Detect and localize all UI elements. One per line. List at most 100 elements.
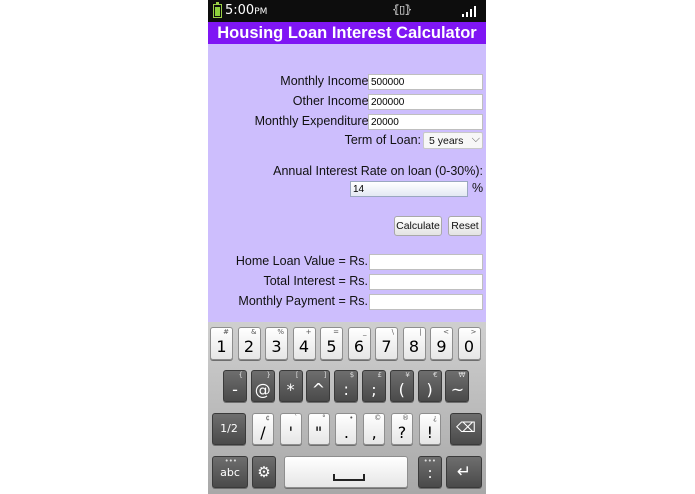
key-main-label: ; <box>371 380 377 399</box>
key-sub-label: # <box>223 328 229 336</box>
key-sub-label: _ <box>363 328 367 336</box>
key-sub-label: + <box>305 328 312 336</box>
term-of-loan-label: Term of Loan: <box>344 133 421 147</box>
key-abc-label: abc <box>220 466 240 479</box>
on-screen-keyboard: #1 & 2% 3 +4 = 5 _ 6 \ 7 | 8 <9 >0 {-} @[*] ^ $: £; ¥(€) ₩ ~ … <box>208 322 486 494</box>
key-main-label: ! <box>426 423 433 442</box>
key-row2-1[interactable]: } @ <box>250 370 275 402</box>
key-sub-label: < <box>443 328 449 336</box>
key-row3-5[interactable]: ®? <box>391 413 413 445</box>
chevron-down-icon: ⌵ <box>471 133 480 145</box>
space-icon <box>333 474 365 481</box>
key-row3-6[interactable]: ¿! <box>418 413 441 445</box>
key-row2-7[interactable]: €) <box>417 370 442 402</box>
monthly-payment-output[interactable] <box>369 294 483 310</box>
key-colon-label: : <box>427 464 433 482</box>
key-sub-label: $ <box>349 371 355 379</box>
key-main-label: ? <box>397 423 407 442</box>
monthly-expenditure-input[interactable]: 20000 <box>368 114 483 130</box>
key-row2-8[interactable]: ₩ ~ <box>445 370 470 402</box>
reset-button[interactable]: Reset <box>448 216 482 236</box>
battery-icon <box>213 2 222 18</box>
key-sub-label: } <box>266 371 271 379</box>
gear-icon: ⚙ <box>257 463 271 481</box>
interest-rate-input[interactable]: 14 <box>350 181 468 197</box>
key-main-label: ( <box>398 380 405 399</box>
key-main-label: 1 <box>216 337 227 356</box>
key-row2-2[interactable]: [* <box>278 370 303 402</box>
key-row1-8[interactable]: <9 <box>430 327 453 360</box>
key-abc-sub: ••• <box>224 457 237 465</box>
monthly-income-label: Monthly Income: <box>280 74 372 88</box>
key-row3-2[interactable]: ° " <box>307 413 330 445</box>
key-sub-label: \ <box>391 328 394 336</box>
key-row1-5[interactable]: _ 6 <box>347 327 371 360</box>
key-sub-label: ¿ <box>433 414 437 422</box>
key-backspace[interactable]: ⌫ <box>450 413 482 445</box>
key-row2-4[interactable]: $: <box>334 370 359 402</box>
key-main-label: ' <box>288 423 293 442</box>
key-main-label: : <box>343 380 349 399</box>
signal-icon <box>462 6 478 17</box>
key-page-toggle[interactable]: 1/2 <box>212 413 246 445</box>
backspace-icon: ⌫ <box>456 420 476 436</box>
key-row1-7[interactable]: | 8 <box>402 327 426 360</box>
key-sub-label: ® <box>402 414 409 422</box>
key-row2-5[interactable]: £; <box>362 370 386 402</box>
key-main-label: / <box>260 423 266 442</box>
key-sub-label: ` <box>294 414 298 422</box>
term-of-loan-select[interactable]: 5 years ⌵ <box>423 132 483 149</box>
key-sub-label: ] <box>323 371 327 379</box>
key-main-label: ~ <box>450 380 465 399</box>
home-loan-value-output[interactable] <box>369 254 483 270</box>
key-row1-4[interactable]: = 5 <box>320 327 343 360</box>
key-row3-3[interactable]: •. <box>335 413 358 445</box>
key-main-label: 3 <box>271 337 282 356</box>
key-main-label: 7 <box>381 337 392 356</box>
key-sub-label: { <box>238 371 243 379</box>
key-sub-label: ¥ <box>405 371 410 379</box>
key-row1-1[interactable]: & 2 <box>237 327 261 360</box>
enter-icon: ↵ <box>456 462 472 482</box>
key-main-label: - <box>232 380 238 399</box>
key-row1-3[interactable]: +4 <box>292 327 316 360</box>
key-sub-label: ¢ <box>265 414 270 422</box>
key-main-label: ) <box>426 380 433 399</box>
key-row2-3[interactable]: ] ^ <box>306 370 331 402</box>
other-income-input[interactable]: 200000 <box>368 94 483 110</box>
monthly-income-input[interactable]: 500000 <box>368 74 483 90</box>
home-loan-value-label: Home Loan Value = Rs. <box>235 254 368 268</box>
key-row2-0[interactable]: {- <box>223 370 247 402</box>
key-sub-label: € <box>433 371 438 379</box>
key-sub-label: > <box>470 328 477 336</box>
key-sub-label: © <box>374 414 382 422</box>
key-row1-2[interactable]: % 3 <box>265 327 288 360</box>
percent-unit: % <box>472 181 484 195</box>
calculate-button[interactable]: Calculate <box>394 216 442 236</box>
key-enter[interactable]: ↵ <box>446 456 482 488</box>
key-row3-1[interactable]: ` ' <box>279 413 302 445</box>
key-settings[interactable]: ⚙ <box>252 456 276 488</box>
key-row3-0[interactable]: ¢ / <box>252 413 274 445</box>
clock-ampm: PM <box>254 7 268 17</box>
key-sub-label: [ <box>295 371 299 379</box>
total-interest-output[interactable] <box>369 274 483 290</box>
key-main-label: , <box>371 423 377 442</box>
key-sub-label: = <box>333 328 339 336</box>
key-colon[interactable]: ••• : <box>418 456 442 488</box>
key-space[interactable] <box>284 456 408 488</box>
key-sub-label: ° <box>322 414 326 422</box>
key-row2-6[interactable]: ¥( <box>389 370 414 402</box>
key-sub-label: & <box>251 328 257 336</box>
key-row1-9[interactable]: >0 <box>457 327 481 360</box>
key-abc[interactable]: ••• abc <box>212 456 248 488</box>
interest-rate-label: Annual Interest Rate on loan (0-30%): <box>273 164 483 178</box>
key-row1-6[interactable]: \ 7 <box>375 327 398 360</box>
key-main-label: 5 <box>326 337 337 356</box>
key-row3-4[interactable]: ©, <box>363 413 386 445</box>
key-sub-label: ₩ <box>458 371 466 379</box>
clock-time: 5:00 <box>225 3 255 18</box>
key-sub-label: £ <box>377 371 382 379</box>
key-row1-0[interactable]: #1 <box>210 327 233 360</box>
key-main-label: " <box>314 423 323 442</box>
